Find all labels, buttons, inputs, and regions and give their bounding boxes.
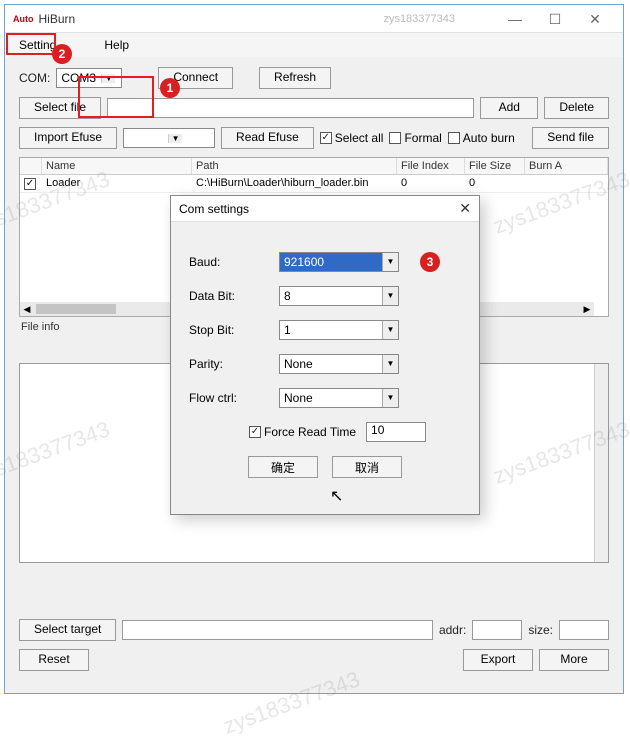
addr-label: addr: bbox=[439, 623, 466, 637]
databit-label: Data Bit: bbox=[189, 289, 279, 303]
databit-select[interactable]: 8 ▼ bbox=[279, 286, 399, 306]
force-read-checkbox[interactable]: ✓Force Read Time bbox=[249, 425, 356, 439]
file-path-input[interactable] bbox=[107, 98, 474, 118]
bottom-bar: Select target addr: size: Reset Export M… bbox=[19, 619, 609, 679]
baud-value: 921600 bbox=[280, 253, 382, 271]
export-button[interactable]: Export bbox=[463, 649, 533, 671]
refresh-button[interactable]: Refresh bbox=[259, 67, 331, 89]
send-file-button[interactable]: Send file bbox=[532, 127, 609, 149]
chevron-down-icon: ▼ bbox=[382, 321, 398, 339]
menu-setting[interactable]: Setting bbox=[11, 36, 64, 54]
vertical-scrollbar[interactable] bbox=[594, 364, 608, 562]
app-logo: Auto bbox=[13, 14, 34, 24]
reset-button[interactable]: Reset bbox=[19, 649, 89, 671]
cell-path: C:\HiBurn\Loader\hiburn_loader.bin bbox=[192, 175, 397, 192]
formal-checkbox[interactable]: Formal bbox=[389, 131, 441, 145]
dialog-close-button[interactable]: ✕ bbox=[459, 200, 471, 217]
th-check[interactable] bbox=[20, 158, 42, 174]
cell-file-size: 0 bbox=[465, 175, 525, 192]
stopbit-select[interactable]: 1 ▼ bbox=[279, 320, 399, 340]
target-input[interactable] bbox=[122, 620, 433, 640]
dialog-title: Com settings bbox=[179, 202, 459, 216]
dialog-ok-button[interactable]: 确定 bbox=[248, 456, 318, 478]
cell-file-index: 0 bbox=[397, 175, 465, 192]
scroll-left-icon[interactable]: ◀ bbox=[20, 304, 34, 315]
th-file-index[interactable]: File Index bbox=[397, 158, 465, 174]
row-checkbox[interactable]: ✓ bbox=[24, 178, 36, 190]
baud-label: Baud: bbox=[189, 255, 279, 269]
table-header: Name Path File Index File Size Burn A bbox=[20, 158, 608, 175]
flow-value: None bbox=[280, 389, 382, 407]
th-path[interactable]: Path bbox=[192, 158, 397, 174]
baud-select[interactable]: 921600 ▼ bbox=[279, 252, 399, 272]
parity-value: None bbox=[280, 355, 382, 373]
more-button[interactable]: More bbox=[539, 649, 609, 671]
delete-button[interactable]: Delete bbox=[544, 97, 609, 119]
watermark-title: zys183377343 bbox=[383, 13, 455, 25]
auto-burn-checkbox[interactable]: Auto burn bbox=[448, 131, 515, 145]
com-value: COM3 bbox=[61, 71, 101, 85]
window-title: HiBurn bbox=[39, 12, 384, 26]
efuse-select[interactable]: ▼ bbox=[123, 128, 215, 148]
parity-label: Parity: bbox=[189, 357, 279, 371]
size-input[interactable] bbox=[559, 620, 609, 640]
select-all-checkbox[interactable]: ✓Select all bbox=[320, 131, 384, 145]
select-file-button[interactable]: Select file bbox=[19, 97, 101, 119]
connect-button[interactable]: Connect bbox=[158, 67, 233, 89]
add-button[interactable]: Add bbox=[480, 97, 538, 119]
table-row[interactable]: ✓ Loader C:\HiBurn\Loader\hiburn_loader.… bbox=[20, 175, 608, 193]
close-button[interactable]: ✕ bbox=[575, 5, 615, 33]
maximize-button[interactable]: ☐ bbox=[535, 5, 575, 33]
menubar: Setting Help bbox=[5, 33, 623, 57]
scroll-right-icon[interactable]: ▶ bbox=[580, 304, 594, 315]
stopbit-label: Stop Bit: bbox=[189, 323, 279, 337]
th-burn-a[interactable]: Burn A bbox=[525, 158, 608, 174]
parity-select[interactable]: None ▼ bbox=[279, 354, 399, 374]
force-read-input[interactable]: 10 bbox=[366, 422, 426, 442]
size-label: size: bbox=[528, 623, 553, 637]
dialog-titlebar: Com settings ✕ bbox=[171, 196, 479, 222]
read-efuse-button[interactable]: Read Efuse bbox=[221, 127, 314, 149]
flow-select[interactable]: None ▼ bbox=[279, 388, 399, 408]
scroll-thumb[interactable] bbox=[36, 304, 116, 314]
com-label: COM: bbox=[19, 71, 50, 85]
chevron-down-icon: ▼ bbox=[168, 134, 182, 143]
th-file-size[interactable]: File Size bbox=[465, 158, 525, 174]
com-settings-dialog: Com settings ✕ Baud: 921600 ▼ Data Bit: … bbox=[170, 195, 480, 515]
chevron-down-icon: ▼ bbox=[382, 253, 398, 271]
com-select[interactable]: COM3 ▼ bbox=[56, 68, 122, 88]
addr-input[interactable] bbox=[472, 620, 522, 640]
select-target-button[interactable]: Select target bbox=[19, 619, 116, 641]
stopbit-value: 1 bbox=[280, 321, 382, 339]
titlebar: Auto HiBurn zys183377343 — ☐ ✕ bbox=[5, 5, 623, 33]
minimize-button[interactable]: — bbox=[495, 5, 535, 33]
flow-label: Flow ctrl: bbox=[189, 391, 279, 405]
menu-help[interactable]: Help bbox=[96, 36, 137, 54]
databit-value: 8 bbox=[280, 287, 382, 305]
chevron-down-icon: ▼ bbox=[382, 389, 398, 407]
import-efuse-button[interactable]: Import Efuse bbox=[19, 127, 117, 149]
dialog-cancel-button[interactable]: 取消 bbox=[332, 456, 402, 478]
chevron-down-icon: ▼ bbox=[101, 74, 115, 83]
chevron-down-icon: ▼ bbox=[382, 287, 398, 305]
chevron-down-icon: ▼ bbox=[382, 355, 398, 373]
cell-name: Loader bbox=[42, 175, 192, 192]
th-name[interactable]: Name bbox=[42, 158, 192, 174]
cell-burn-a bbox=[525, 175, 608, 192]
